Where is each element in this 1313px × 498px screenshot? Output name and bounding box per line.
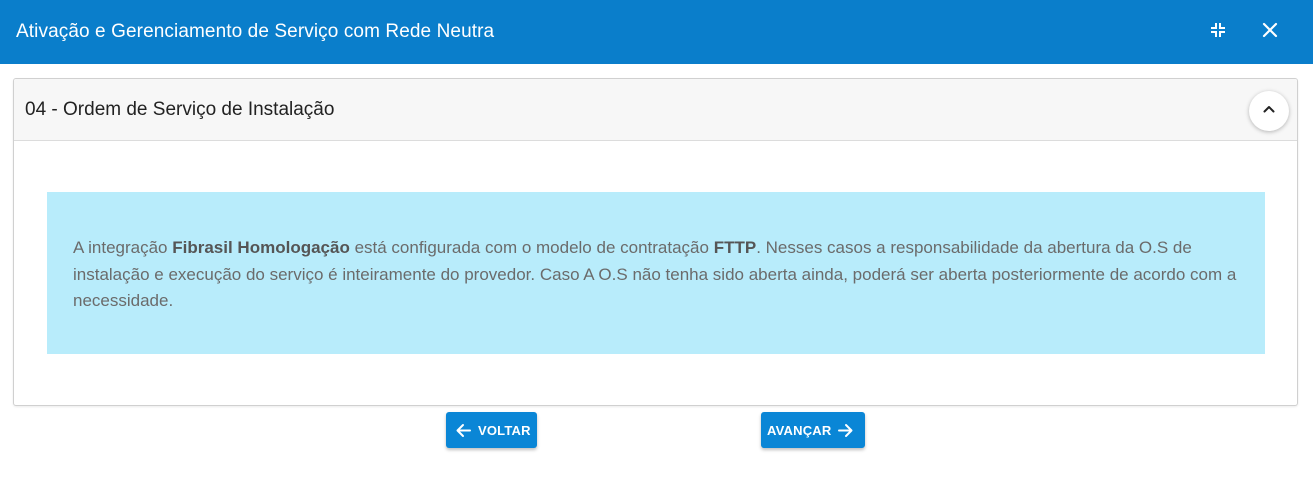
- panel-title: 04 - Ordem de Serviço de Instalação: [25, 98, 335, 120]
- info-text-prefix: A integração: [73, 238, 173, 257]
- minimize-button[interactable]: [1204, 18, 1232, 46]
- next-button[interactable]: AVANÇAR: [761, 412, 865, 448]
- integration-name: Fibrasil Homologação: [172, 238, 350, 257]
- activation-dialog: Ativação e Gerenciamento de Serviço com …: [0, 0, 1313, 498]
- minimize-arrows-icon: [1210, 22, 1226, 43]
- collapse-button[interactable]: [1249, 91, 1289, 131]
- arrow-left-icon: [455, 422, 472, 439]
- close-button[interactable]: [1256, 18, 1284, 46]
- chevron-up-icon: [1262, 102, 1276, 121]
- back-button[interactable]: VOLTAR: [446, 412, 537, 448]
- dialog-titlebar: Ativação e Gerenciamento de Serviço com …: [0, 0, 1313, 64]
- panel-header[interactable]: 04 - Ordem de Serviço de Instalação: [14, 79, 1297, 141]
- dialog-title: Ativação e Gerenciamento de Serviço com …: [16, 21, 495, 42]
- info-alert: A integração Fibrasil Homologação está c…: [47, 192, 1265, 354]
- arrow-right-icon: [837, 422, 854, 439]
- close-icon: [1262, 22, 1278, 43]
- contract-model: FTTP: [713, 238, 757, 257]
- info-text-middle: está configurada com o modelo de contrat…: [349, 238, 714, 257]
- service-order-panel: 04 - Ordem de Serviço de Instalação A in…: [13, 78, 1298, 406]
- back-label: VOLTAR: [478, 422, 531, 438]
- next-label: AVANÇAR: [767, 422, 832, 438]
